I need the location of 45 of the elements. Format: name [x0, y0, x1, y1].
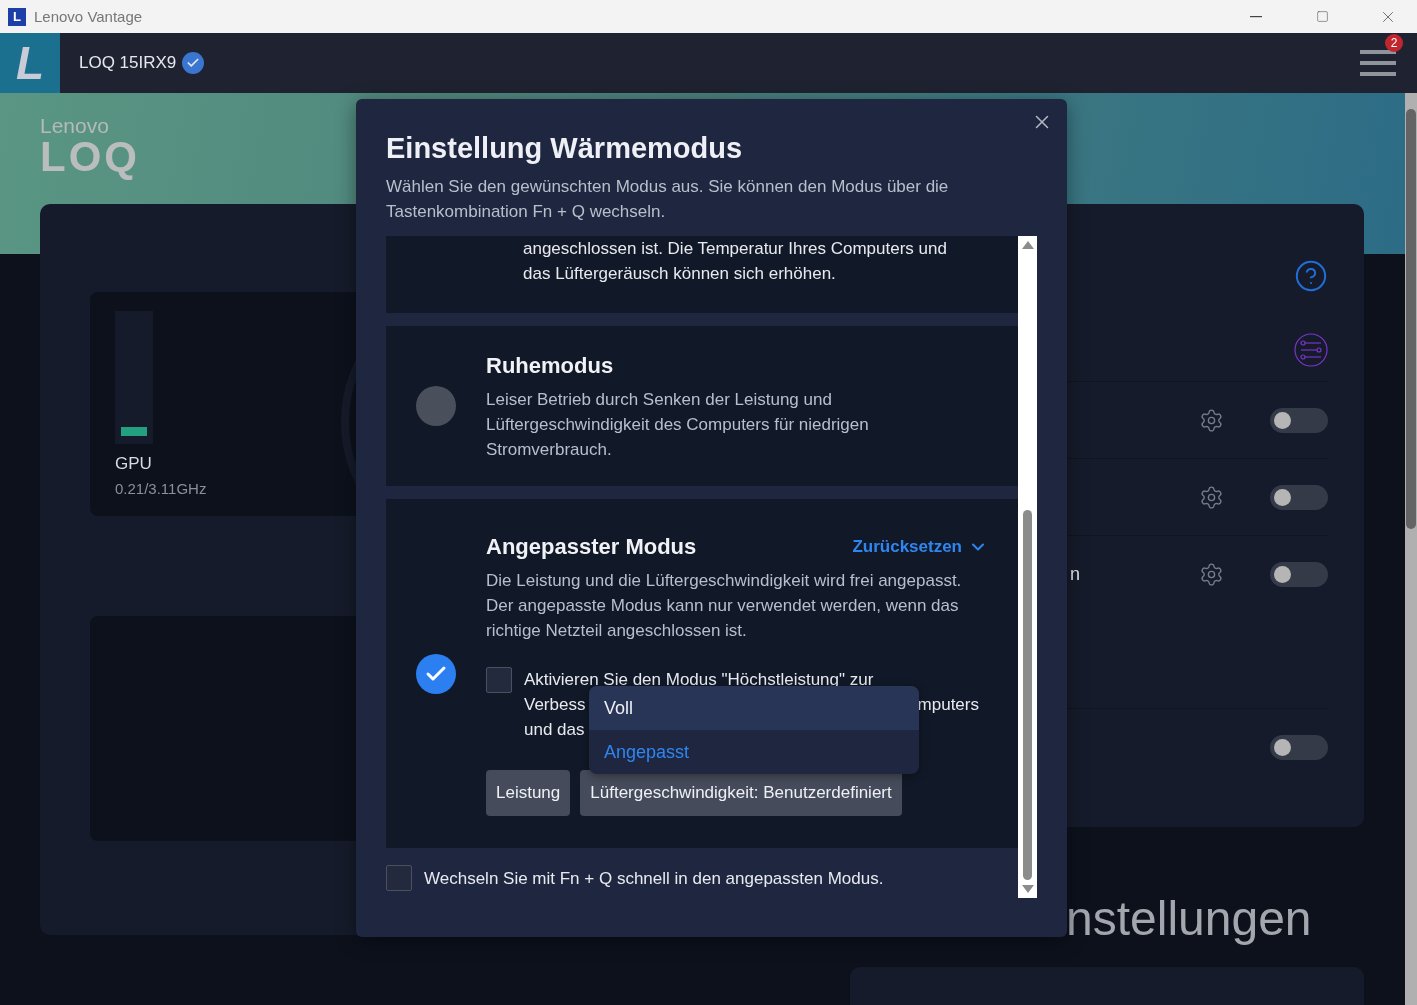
section-heading: nstellungen: [1066, 891, 1313, 947]
scrollbar[interactable]: [1405, 93, 1417, 1005]
help-icon[interactable]: [1294, 259, 1328, 293]
toggle-switch[interactable]: [1270, 561, 1328, 587]
checkbox-label: Wechseln Sie mit Fn + Q schnell in den angepassten Modus.: [424, 867, 884, 890]
settings-icon[interactable]: [1199, 561, 1224, 587]
mode-card[interactable]: Ruhemodus Leiser Betrieb durch Senken der Leistung und Lüftergeschwindigkeit des Computers für niedrigen Stromverbrauch.: [386, 326, 1018, 486]
checkbox[interactable]: [486, 666, 512, 693]
checkbox-label: mputers: [917, 693, 979, 716]
setting-button[interactable]: Leistung: [486, 769, 571, 816]
mode-description: Leiser Betrieb durch Senken der Leistung und Lüftergeschwindigkeit des Computers für niedrigen Stromverbrauch.: [486, 388, 870, 461]
maximize-icon: [1315, 10, 1329, 23]
scroll-up-icon[interactable]: [1021, 240, 1034, 250]
mode-title: Angepasster Modus: [486, 532, 697, 561]
mode-description: angeschlossen ist. Die Temperatur Ihres Computers und das Lüftergeräusch können sich erhöhen.: [523, 238, 948, 285]
checkbox-label: und das: [524, 718, 586, 741]
scrollbar[interactable]: [1018, 236, 1037, 898]
brand-logo-text: Lenovo: [40, 115, 109, 137]
checkbox-label: Verbess: [524, 693, 586, 716]
gpu-label: GPU: [115, 454, 153, 474]
toggle-switch[interactable]: [1270, 484, 1328, 510]
gpu-reading: 0.21/3.11GHz: [115, 480, 208, 497]
app-logo[interactable]: L: [0, 33, 60, 93]
notification-badge: 2: [1385, 34, 1403, 52]
settings-icon[interactable]: [1199, 407, 1224, 433]
minimize-icon: [1250, 15, 1262, 18]
setting-label: n: [1070, 563, 1080, 585]
toggle-switch[interactable]: [1270, 734, 1328, 760]
checkbox[interactable]: [386, 865, 412, 891]
toggle-switch[interactable]: [1270, 407, 1328, 433]
sliders-icon[interactable]: [1294, 333, 1328, 367]
dialog-title: Einstellung Wärmemodus: [386, 131, 744, 165]
device-name: LOQ 15IRX9: [79, 53, 177, 73]
reset-link[interactable]: Zurücksetzen: [852, 536, 988, 557]
radio-button[interactable]: [416, 386, 456, 426]
mode-title: Ruhemodus: [486, 351, 614, 380]
dialog-subtitle: Wählen Sie den gewünschten Modus aus. Sie können den Modus über die Tastenkombination Fn + Q wechseln.: [386, 176, 950, 223]
selected-check-icon[interactable]: [416, 653, 456, 694]
window-title: Lenovo Vantage: [34, 8, 144, 25]
mode-card[interactable]: [386, 499, 1018, 848]
scroll-down-icon[interactable]: [1021, 884, 1034, 894]
settings-icon[interactable]: [1199, 484, 1224, 510]
app-icon: L: [8, 7, 26, 26]
mode-description: Die Leistung und die Lüftergeschwindigkeit wird frei angepasst. Der angepasste Modus kann nur verwendet werden, wenn das richtige Netzteil angeschlossen ist.: [486, 569, 963, 642]
menu-item[interactable]: Voll: [589, 686, 919, 730]
